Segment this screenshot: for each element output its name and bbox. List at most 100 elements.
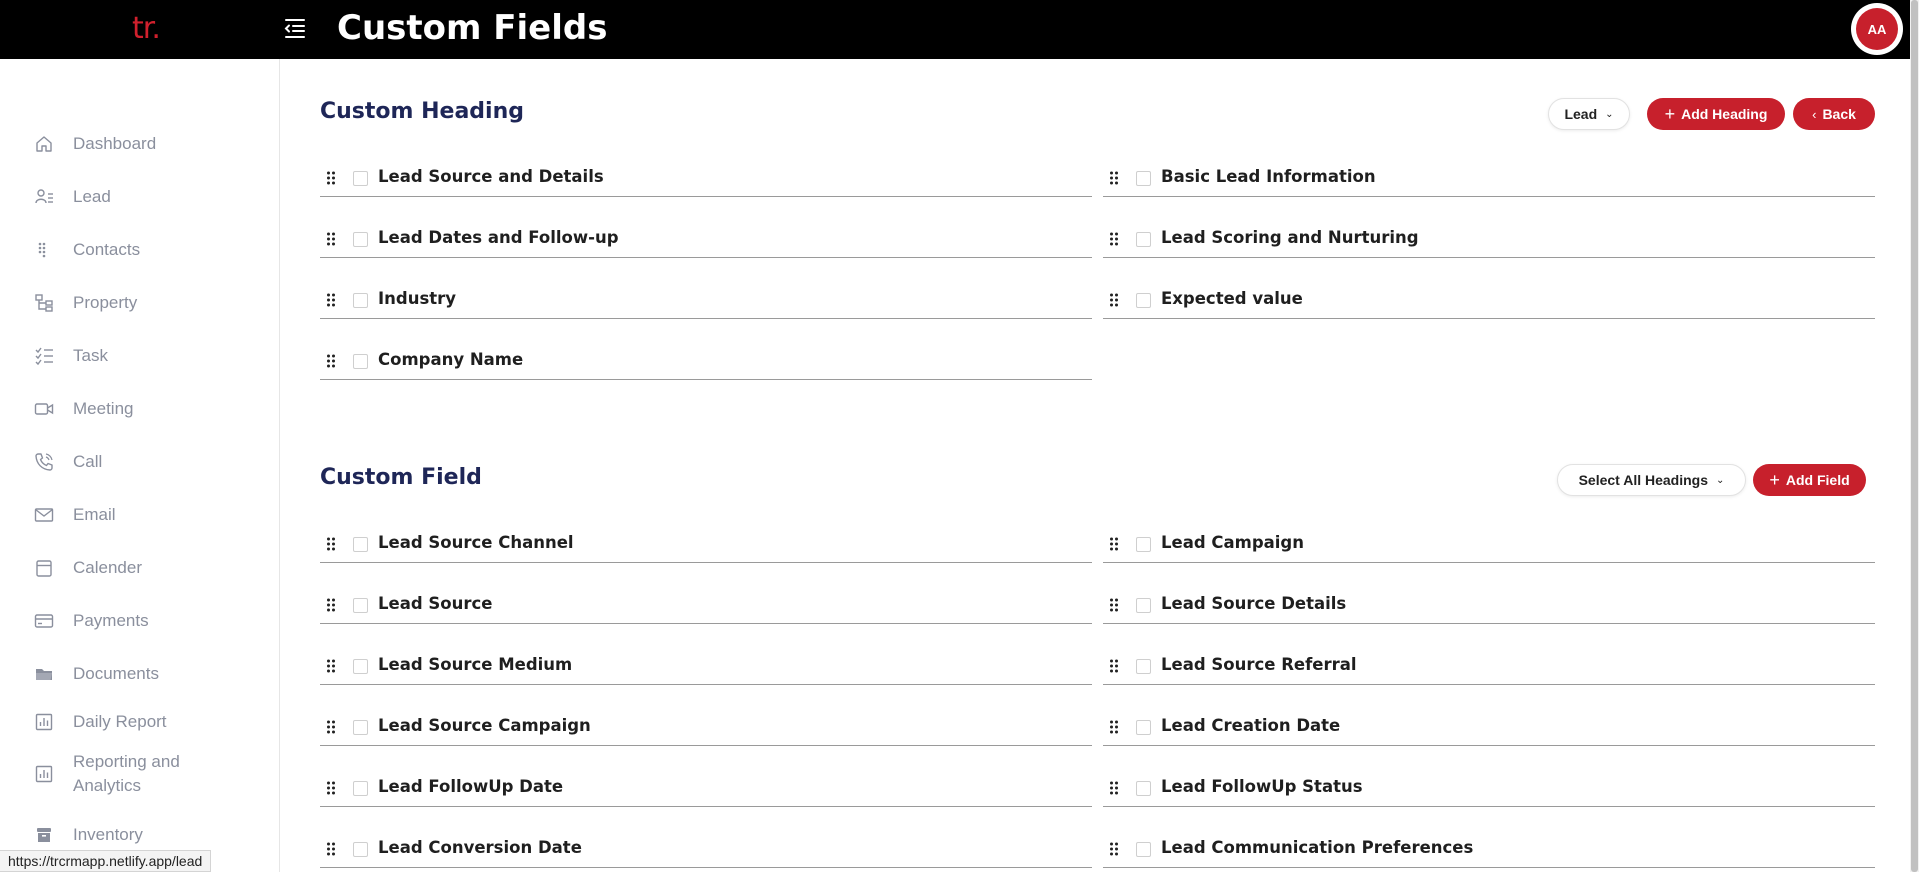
sidebar-item-daily-report[interactable]: Daily Report [0, 702, 278, 742]
heading-row[interactable]: Lead Dates and Follow-up [320, 218, 1092, 258]
field-row[interactable]: Lead FollowUp Date [320, 767, 1092, 807]
drag-handle-icon[interactable] [1109, 720, 1119, 734]
row-checkbox[interactable] [1136, 720, 1151, 735]
add-heading-button[interactable]: + Add Heading [1647, 98, 1785, 130]
drag-handle-icon[interactable] [1109, 781, 1119, 795]
row-checkbox[interactable] [1136, 781, 1151, 796]
sidebar-item-label: Daily Report [73, 712, 167, 731]
row-checkbox[interactable] [353, 659, 368, 674]
field-row[interactable]: Lead Campaign [1103, 523, 1875, 563]
heading-row[interactable]: Expected value [1103, 279, 1875, 319]
row-label: Company Name [378, 350, 524, 369]
scrollbar-thumb[interactable] [1911, 0, 1918, 872]
row-label: Lead Scoring and Nurturing [1161, 228, 1419, 247]
field-row[interactable]: Lead Source Referral [1103, 645, 1875, 685]
drag-handle-icon[interactable] [326, 537, 336, 551]
back-label: Back [1822, 106, 1856, 122]
heading-row[interactable]: Company Name [320, 340, 1092, 380]
row-checkbox[interactable] [353, 293, 368, 308]
sidebar-item-documents[interactable]: Documents [0, 654, 278, 694]
row-checkbox[interactable] [353, 354, 368, 369]
user-list-icon [34, 187, 54, 207]
status-bar-url: https://trcrmapp.netlify.app/lead [0, 850, 212, 872]
sidebar-item-meeting[interactable]: Meeting [0, 389, 278, 429]
sidebar-item-property[interactable]: Property [0, 283, 278, 323]
sidebar-item-calender[interactable]: Calender [0, 548, 278, 588]
drag-handle-icon[interactable] [326, 293, 336, 307]
field-row[interactable]: Lead Source Details [1103, 584, 1875, 624]
add-field-button[interactable]: + Add Field [1753, 464, 1866, 496]
row-checkbox[interactable] [1136, 659, 1151, 674]
sidebar-item-contacts[interactable]: Contacts [0, 230, 278, 270]
row-checkbox[interactable] [353, 842, 368, 857]
field-row[interactable]: Lead Communication Preferences [1103, 828, 1875, 868]
row-label: Lead Source Campaign [378, 716, 591, 735]
sidebar-item-reporting-analytics[interactable]: Reporting and Analytics [0, 747, 278, 801]
sidebar-item-label: Task [73, 346, 108, 365]
heading-row[interactable]: Basic Lead Information [1103, 157, 1875, 197]
drag-handle-icon[interactable] [326, 354, 336, 368]
field-row[interactable]: Lead Source Channel [320, 523, 1092, 563]
drag-handle-icon[interactable] [1109, 659, 1119, 673]
checklist-icon [34, 346, 54, 366]
sidebar: Dashboard Lead Contacts Property Task Me… [0, 59, 280, 872]
row-checkbox[interactable] [1136, 537, 1151, 552]
sidebar-item-call[interactable]: Call [0, 442, 278, 482]
drag-handle-icon[interactable] [1109, 598, 1119, 612]
avatar-initials: AA [1856, 8, 1898, 50]
field-row[interactable]: Lead Source [320, 584, 1092, 624]
sidebar-item-email[interactable]: Email [0, 495, 278, 535]
drag-handle-icon[interactable] [1109, 537, 1119, 551]
drag-handle-icon[interactable] [326, 842, 336, 856]
field-row[interactable]: Lead Creation Date [1103, 706, 1875, 746]
sidebar-item-label: Dashboard [73, 134, 157, 153]
sidebar-item-task[interactable]: Task [0, 336, 278, 376]
row-checkbox[interactable] [1136, 232, 1151, 247]
chevron-down-icon: ⌄ [1716, 474, 1725, 486]
drag-handle-icon[interactable] [326, 598, 336, 612]
row-checkbox[interactable] [353, 781, 368, 796]
row-label: Lead Communication Preferences [1161, 838, 1474, 857]
field-row[interactable]: Lead Source Medium [320, 645, 1092, 685]
row-checkbox[interactable] [353, 720, 368, 735]
row-checkbox[interactable] [1136, 171, 1151, 186]
drag-handle-icon[interactable] [326, 720, 336, 734]
field-row[interactable]: Lead FollowUp Status [1103, 767, 1875, 807]
drag-handle-icon[interactable] [326, 781, 336, 795]
chevron-down-icon: ⌄ [1605, 108, 1614, 120]
heading-filter-select[interactable]: Select All Headings ⌄ [1557, 464, 1746, 496]
menu-toggle-icon[interactable] [283, 17, 307, 39]
field-row[interactable]: Lead Conversion Date [320, 828, 1092, 868]
row-checkbox[interactable] [1136, 598, 1151, 613]
field-row[interactable]: Lead Source Campaign [320, 706, 1092, 746]
plus-icon: + [1769, 470, 1780, 490]
row-checkbox[interactable] [1136, 293, 1151, 308]
row-checkbox[interactable] [1136, 842, 1151, 857]
app-logo[interactable]: tr. [132, 11, 161, 46]
drag-handle-icon[interactable] [1109, 842, 1119, 856]
drag-handle-icon[interactable] [1109, 232, 1119, 246]
drag-handle-icon[interactable] [1109, 293, 1119, 307]
drag-handle-icon[interactable] [326, 659, 336, 673]
drag-handle-icon[interactable] [326, 232, 336, 246]
sidebar-item-label: Contacts [73, 240, 141, 259]
sidebar-item-lead[interactable]: Lead [0, 177, 278, 217]
drag-handle-icon[interactable] [1109, 171, 1119, 185]
row-checkbox[interactable] [353, 598, 368, 613]
sidebar-item-payments[interactable]: Payments [0, 601, 278, 641]
avatar[interactable]: AA [1851, 3, 1903, 55]
sidebar-item-inventory[interactable]: Inventory [0, 815, 278, 855]
heading-filter-select-value: Select All Headings [1578, 472, 1709, 488]
sidebar-item-label: Property [73, 293, 138, 312]
row-checkbox[interactable] [353, 537, 368, 552]
sidebar-item-dashboard[interactable]: Dashboard [0, 124, 278, 164]
heading-row[interactable]: Industry [320, 279, 1092, 319]
heading-row[interactable]: Lead Scoring and Nurturing [1103, 218, 1875, 258]
row-checkbox[interactable] [353, 171, 368, 186]
heading-type-select[interactable]: Lead ⌄ [1548, 98, 1630, 130]
drag-handle-icon[interactable] [326, 171, 336, 185]
heading-row[interactable]: Lead Source and Details [320, 157, 1092, 197]
back-button[interactable]: ‹ Back [1793, 98, 1875, 130]
row-label: Industry [378, 289, 457, 308]
row-checkbox[interactable] [353, 232, 368, 247]
